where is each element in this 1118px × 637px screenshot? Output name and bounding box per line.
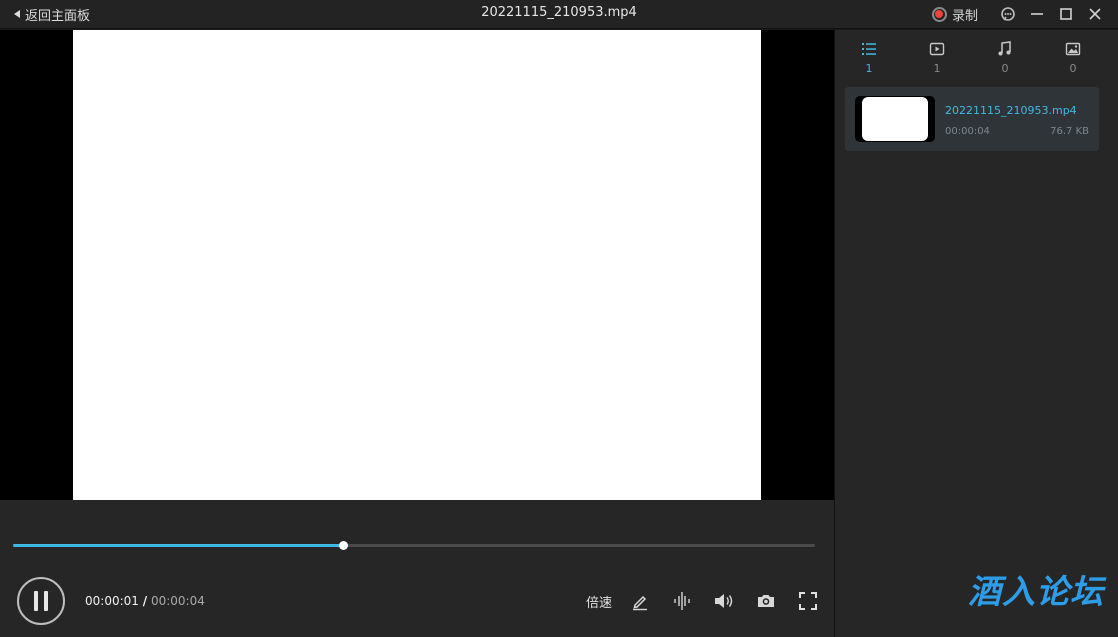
minimize-icon	[1031, 13, 1043, 15]
video-thumbnail	[855, 96, 935, 142]
progress-bar[interactable]	[13, 541, 815, 550]
speed-button[interactable]: 倍速	[586, 592, 612, 611]
window-controls: 录制	[931, 3, 1108, 25]
progress-thumb[interactable]	[339, 541, 349, 550]
maximize-icon	[1060, 8, 1072, 20]
progress-fill	[13, 544, 344, 547]
minimize-button[interactable]	[1024, 3, 1050, 25]
back-label: 返回主面板	[25, 8, 91, 24]
total-duration: 00:00:04	[150, 594, 205, 608]
fullscreen-button[interactable]	[796, 589, 820, 613]
pause-button[interactable]	[17, 577, 65, 625]
camera-icon	[758, 595, 774, 607]
sidebar-tabs: 1 1 0 0	[835, 38, 1118, 80]
volume-button[interactable]	[712, 589, 736, 613]
tab-image[interactable]: 0	[1039, 38, 1107, 80]
feedback-button[interactable]	[995, 3, 1021, 25]
file-duration: 00:00:04	[945, 126, 990, 137]
volume-icon	[715, 594, 733, 608]
back-to-dashboard-button[interactable]: 返回主面板	[14, 4, 90, 24]
tab-all-count: 1	[865, 62, 873, 75]
list-icon	[860, 40, 878, 58]
tab-video-count: 1	[933, 62, 941, 75]
video-icon	[928, 40, 946, 58]
tab-audio-count: 0	[1001, 62, 1009, 75]
pencil-icon	[633, 595, 647, 611]
edit-button[interactable]	[628, 589, 652, 613]
chat-icon	[1001, 7, 1015, 21]
fullscreen-icon	[799, 592, 817, 610]
audio-track-button[interactable]	[670, 589, 694, 613]
record-icon	[931, 6, 947, 22]
screenshot-button[interactable]	[754, 589, 778, 613]
list-item[interactable]: 20221115_210953.mp4 00:00:04 76.7 KB	[845, 87, 1099, 151]
record-label: 录制	[951, 8, 978, 24]
player-controls: 00:00:01 / 00:00:04 倍速	[0, 500, 834, 637]
music-icon	[996, 40, 1014, 58]
playlist-sidebar: 1 1 0 0 20221115_210953.mp4 00:00:04 76.…	[835, 30, 1118, 637]
maximize-button[interactable]	[1053, 3, 1079, 25]
tab-image-count: 0	[1069, 62, 1077, 75]
back-arrow-icon	[14, 10, 20, 18]
title-bar: 返回主面板 20221115_210953.mp4 录制	[0, 0, 1118, 29]
time-separator: /	[142, 594, 148, 608]
tab-video[interactable]: 1	[903, 38, 971, 80]
control-tools: 倍速	[586, 588, 820, 614]
current-time: 00:00:01	[85, 594, 139, 608]
time-display: 00:00:01 / 00:00:04	[85, 594, 205, 608]
video-frame	[73, 30, 761, 500]
record-button[interactable]: 录制	[931, 5, 978, 24]
waveform-icon	[674, 592, 690, 610]
close-icon	[1089, 8, 1101, 20]
watermark: 酒入论坛	[968, 572, 1104, 611]
video-viewport[interactable]	[0, 30, 834, 500]
file-size: 76.7 KB	[1050, 126, 1089, 137]
pause-icon	[34, 591, 38, 611]
close-button[interactable]	[1082, 3, 1108, 25]
file-name: 20221115_210953.mp4	[945, 104, 1077, 117]
tab-all[interactable]: 1	[835, 38, 903, 80]
tab-audio[interactable]: 0	[971, 38, 1039, 80]
image-icon	[1064, 40, 1082, 58]
